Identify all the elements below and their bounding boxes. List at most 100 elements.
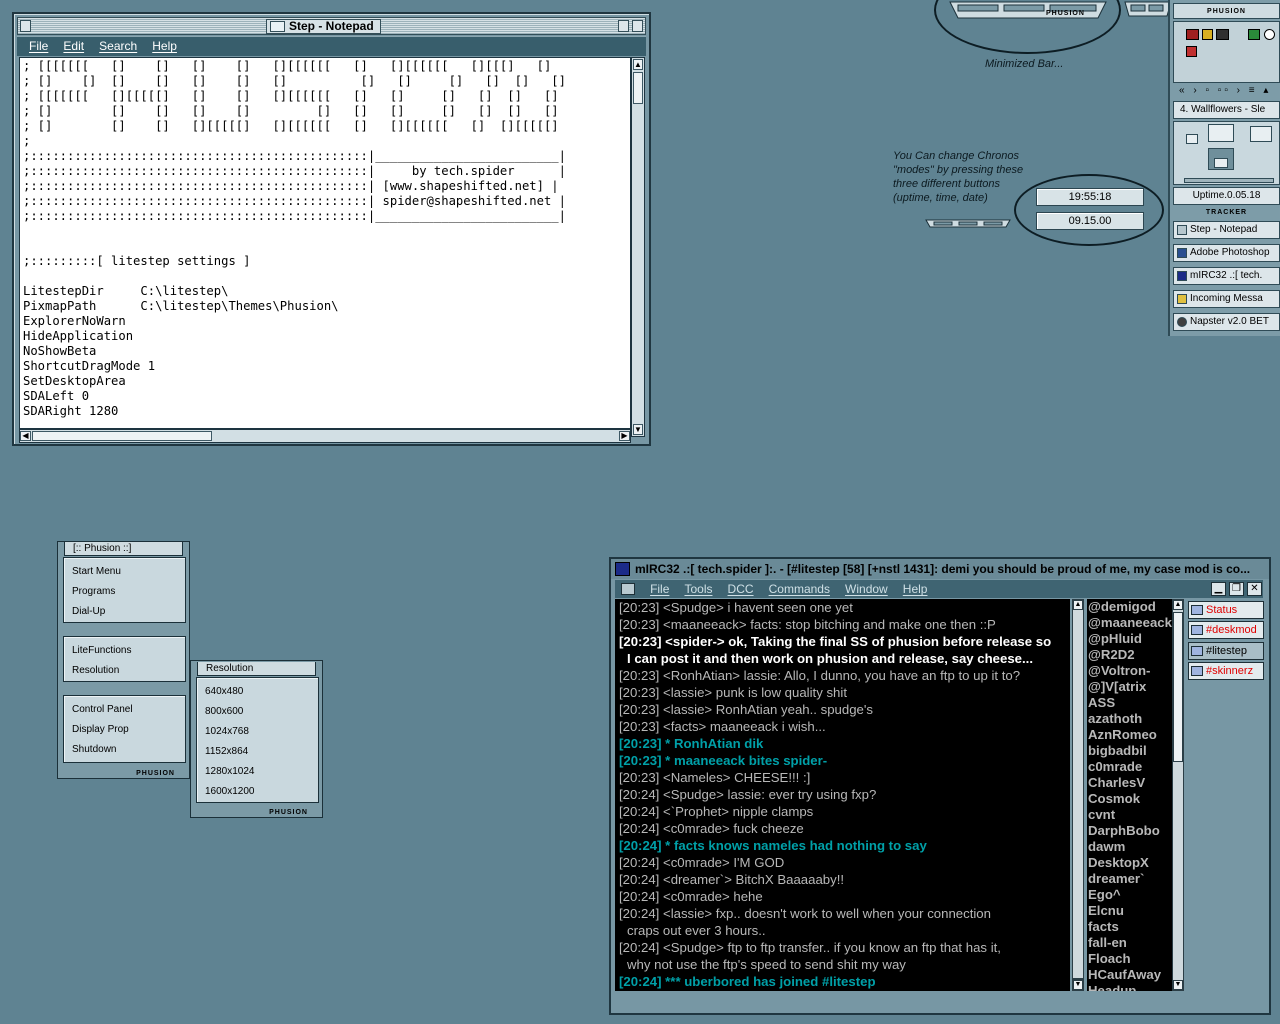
nick-list-item[interactable]: fall-en (1088, 935, 1172, 951)
nick-list-item[interactable]: facts (1088, 919, 1172, 935)
resolution-1152x864[interactable]: 1152x864 (205, 746, 248, 758)
mirc-icon[interactable] (615, 562, 630, 576)
notepad-titlebar[interactable]: Step - Notepad (17, 17, 646, 35)
menu-item-shutdown[interactable]: Shutdown (72, 744, 116, 756)
resolution-800x600[interactable]: 800x600 (205, 706, 243, 718)
menu-item-display-prop[interactable]: Display Prop (72, 724, 129, 736)
mirc-menu-tools[interactable]: Tools (684, 580, 712, 598)
menu-item-control-panel[interactable]: Control Panel (72, 704, 133, 716)
scroll-down-icon[interactable]: ▼ (633, 424, 643, 435)
uptime-mode-button[interactable] (933, 221, 953, 226)
nick-list-item[interactable]: ASS (1088, 695, 1172, 711)
minimized-bar-right[interactable] (1123, 0, 1173, 20)
menu-item-resolution[interactable]: Resolution (72, 665, 119, 677)
chronos-date-display[interactable]: 09.15.00 (1036, 212, 1144, 230)
mirc-menu-dcc[interactable]: DCC (728, 580, 754, 598)
menu-item-start-menu[interactable]: Start Menu (72, 566, 121, 578)
tray-monitor-icon[interactable] (1216, 29, 1229, 40)
nick-list-item[interactable]: DesktopX (1088, 855, 1172, 871)
nick-list-item[interactable]: c0mrade (1088, 759, 1172, 775)
task-step-notepad[interactable]: Step - Notepad (1173, 221, 1280, 239)
menu-file[interactable]: File (29, 37, 48, 56)
nick-list-item[interactable]: @R2D2 (1088, 647, 1172, 663)
minimize-button[interactable] (618, 20, 629, 32)
maximize-button[interactable] (632, 20, 643, 32)
nick-list[interactable]: @demigod @maaneeack @pHluid @R2D2 @Voltron- @… (1087, 599, 1172, 991)
mirc-input-bar[interactable] (615, 993, 1263, 1011)
tray-messenger-icon[interactable] (1186, 46, 1197, 57)
mirc-menu-commands[interactable]: Commands (769, 580, 830, 598)
switch-deskmod[interactable]: #deskmod (1188, 621, 1264, 639)
nick-scroll-thumb[interactable] (1173, 612, 1183, 762)
menu-help[interactable]: Help (152, 37, 177, 56)
nick-list-item[interactable]: Cosmok (1088, 791, 1172, 807)
scroll-up-icon[interactable]: ▲ (1073, 600, 1083, 610)
pager-window[interactable] (1208, 124, 1234, 142)
menu-item-programs[interactable]: Programs (72, 586, 115, 598)
task-incoming-message[interactable]: Incoming Messa (1173, 290, 1280, 308)
tray-app-icon[interactable] (1186, 29, 1199, 40)
pager-window[interactable] (1186, 134, 1198, 144)
vertical-scrollbar[interactable]: ▲ ▼ (631, 57, 645, 437)
chronos-time-display[interactable]: 19:55:18 (1036, 188, 1144, 206)
nick-list-item[interactable]: Floach (1088, 951, 1172, 967)
switch-litestep[interactable]: #litestep (1188, 642, 1264, 660)
media-controls[interactable]: « › ▫ ▫▫ › ≡ ▴ (1173, 86, 1280, 98)
nick-list-item[interactable]: AznRomeo (1088, 727, 1172, 743)
chronos-mode-buttons[interactable] (924, 219, 1014, 229)
resolution-1024x768[interactable]: 1024x768 (205, 726, 249, 738)
mirc-titlebar[interactable]: mIRC32 .:[ tech.spider ]:. - [#litestep … (611, 559, 1269, 579)
nick-list-item[interactable]: dreamer` (1088, 871, 1172, 887)
nick-list-item[interactable]: dawm (1088, 839, 1172, 855)
switch-status[interactable]: Status (1188, 601, 1264, 619)
mirc-menu-file[interactable]: File (650, 580, 669, 598)
mirc-window[interactable]: mIRC32 .:[ tech.spider ]:. - [#litestep … (609, 557, 1271, 1015)
channel-icon[interactable] (621, 583, 635, 595)
task-napster[interactable]: Napster v2.0 BET (1173, 313, 1280, 331)
resolution-1600x1200[interactable]: 1600x1200 (205, 786, 255, 798)
switch-skinnerz[interactable]: #skinnerz (1188, 662, 1264, 680)
task-adobe-photoshop[interactable]: Adobe Photoshop (1173, 244, 1280, 262)
nick-list-item[interactable]: bigbadbil (1088, 743, 1172, 759)
nick-list-item[interactable]: @]V[atrix (1088, 679, 1172, 695)
virtual-desktop-pager[interactable] (1173, 121, 1280, 185)
time-mode-button[interactable] (958, 221, 978, 226)
nick-list-item[interactable]: Elcnu (1088, 903, 1172, 919)
tray-network-icon[interactable] (1248, 29, 1260, 40)
horizontal-scrollbar[interactable]: ◀ ▶ (19, 429, 631, 443)
nick-list-item[interactable]: DarphBobo (1088, 823, 1172, 839)
restore-icon[interactable]: ❐ (1229, 582, 1244, 596)
close-icon[interactable]: ✕ (1247, 582, 1262, 596)
scroll-up-icon[interactable]: ▲ (1173, 600, 1183, 610)
nick-list-item[interactable]: cvnt (1088, 807, 1172, 823)
scroll-up-icon[interactable]: ▲ (633, 59, 643, 70)
mirc-menu-help[interactable]: Help (903, 580, 928, 598)
nick-list-item[interactable]: @pHluid (1088, 631, 1172, 647)
minimized-bar[interactable]: PHUSION (948, 0, 1108, 20)
scroll-left-icon[interactable]: ◀ (20, 431, 31, 441)
resolution-640x480[interactable]: 640x480 (205, 686, 243, 698)
mirc-menu-window[interactable]: Window (845, 580, 888, 598)
nick-list-item[interactable]: Headup (1088, 983, 1172, 991)
menu-item-litefunctions[interactable]: LiteFunctions (72, 645, 131, 657)
menu-search[interactable]: Search (99, 37, 137, 56)
nick-list-item[interactable]: @maaneeack (1088, 615, 1172, 631)
nick-list-item[interactable]: @demigod (1088, 599, 1172, 615)
chat-log[interactable]: [20:23] <Spudge> i havent seen one yet [2… (615, 599, 1070, 991)
nick-list-item[interactable]: azathoth (1088, 711, 1172, 727)
task-mirc[interactable]: mIRC32 .:[ tech. (1173, 267, 1280, 285)
hscroll-thumb[interactable] (32, 431, 212, 441)
minimize-icon[interactable]: ▁ (1211, 582, 1226, 596)
nick-list-item[interactable]: Ego^ (1088, 887, 1172, 903)
nick-list-item[interactable]: CharlesV (1088, 775, 1172, 791)
notepad-content[interactable]: ; [[[[[[[ [] [] [] [] [][[[[[[ [] [][[[[… (20, 58, 630, 419)
notepad-text-area[interactable]: ; [[[[[[[ [] [] [] [] [][[[[[[ [] [][[[[… (19, 57, 631, 429)
scroll-down-icon[interactable]: ▼ (1173, 980, 1183, 990)
scroll-right-icon[interactable]: ▶ (619, 431, 630, 441)
notepad-window[interactable]: Step - Notepad File Edit Search Help ; [… (12, 12, 651, 446)
nick-list-item[interactable]: HCaufAway (1088, 967, 1172, 983)
scroll-thumb[interactable] (633, 72, 643, 104)
menu-item-dial-up[interactable]: Dial-Up (72, 606, 105, 618)
menu-edit[interactable]: Edit (63, 37, 84, 56)
resolution-1280x1024[interactable]: 1280x1024 (205, 766, 255, 778)
